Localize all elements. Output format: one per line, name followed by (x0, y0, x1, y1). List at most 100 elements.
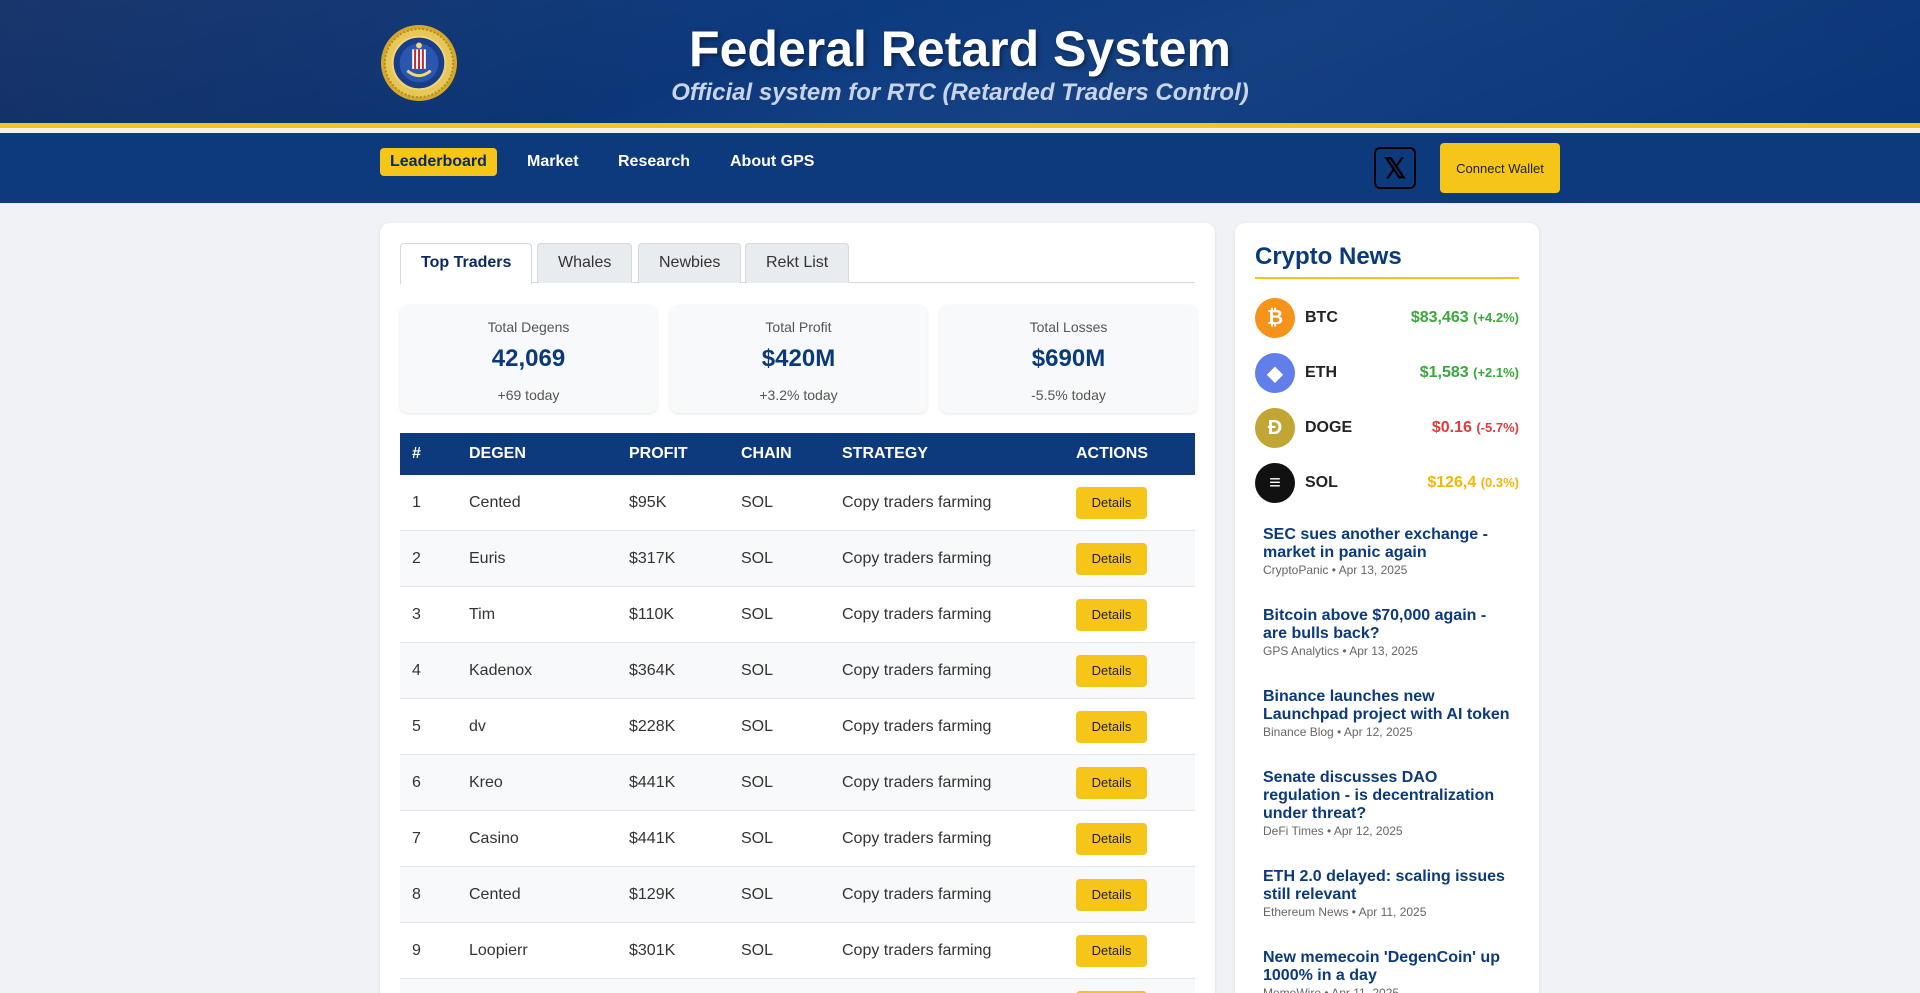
cell-rank: 9 (412, 942, 421, 959)
news-headline[interactable]: SEC sues another exchange - market in pa… (1263, 526, 1513, 562)
coin-row-eth: ◆ ETH $1,583 (+2.1%) (1255, 353, 1519, 393)
table-row: 4 Kadenox $364K SOL Copy traders farming Deta… (400, 643, 1195, 699)
table-row: 10Details (400, 979, 1195, 993)
cell-profit: $364K (629, 662, 676, 679)
cell-profit: $441K (629, 830, 676, 847)
cell-chain: SOL (741, 494, 774, 511)
news-item[interactable]: ETH 2.0 delayed: scaling issues still re… (1263, 868, 1513, 919)
col-strategy: STRATEGY (842, 445, 928, 462)
stat-total-profit: Total Profit $420M +3.2% today (670, 305, 927, 413)
cell-rank: 7 (412, 830, 421, 847)
coin-price: $83,463 (1410, 309, 1469, 326)
cell-chain: SOL (741, 774, 774, 791)
stat-label: Total Degens (487, 319, 570, 335)
crypto-news-card: Crypto News ₿ BTC $83,463 (+4.2%) ◆ ETH $1,58… (1235, 223, 1539, 993)
stat-value: $690M (1031, 345, 1106, 372)
cell-degen: Cented (469, 886, 521, 903)
coin-row-btc: ₿ BTC $83,463 (+4.2%) (1255, 298, 1519, 338)
news-item[interactable]: New memecoin 'DegenCoin' up 1000% in a d… (1263, 949, 1513, 993)
connect-wallet-button[interactable]: Connect Wallet (1440, 143, 1560, 193)
news-meta: MemeWire • Apr 11, 2025 (1263, 986, 1400, 993)
cell-chain: SOL (741, 942, 774, 959)
coin-change: (-5.7%) (1476, 420, 1519, 435)
details-button[interactable]: Details (1076, 823, 1147, 855)
cell-profit: $301K (629, 942, 676, 959)
col-chain: CHAIN (741, 445, 792, 462)
table-row: 3 Tim $110K SOL Copy traders farming Details (400, 587, 1195, 643)
news-headline[interactable]: Senate discusses DAO regulation - is dec… (1263, 769, 1513, 823)
cell-rank: 3 (412, 606, 421, 623)
coin-symbol: DOGE (1305, 419, 1353, 436)
news-headline[interactable]: Bitcoin above $70,000 again - are bulls … (1263, 607, 1513, 643)
details-button[interactable]: Details (1076, 655, 1147, 687)
table-row: 2 Euris $317K SOL Copy traders farming Detail… (400, 531, 1195, 587)
cell-profit: $317K (629, 550, 676, 567)
table-header: # DEGEN PROFIT CHAIN STRATEGY ACTIONS (400, 433, 1195, 475)
stat-change: +3.2% today (759, 387, 838, 403)
cell-rank: 5 (412, 718, 421, 735)
stat-label: Total Losses (1029, 319, 1108, 335)
bitcoin-icon: ₿ (1255, 298, 1295, 338)
coin-price-block: $0.16 (-5.7%) (1432, 408, 1519, 448)
news-meta: CryptoPanic • Apr 13, 2025 (1263, 563, 1408, 577)
cell-degen: Casino (469, 830, 519, 847)
cell-rank: 2 (412, 550, 421, 567)
cell-chain: SOL (741, 718, 774, 735)
table-row: 1 Cented $95K SOL Copy traders farming Detail… (400, 475, 1195, 531)
cell-degen: Euris (469, 550, 506, 567)
main-nav: Leaderboard Market Research About GPS (0, 133, 1920, 203)
cell-rank: 4 (412, 662, 421, 679)
nav-about[interactable]: About GPS (720, 148, 824, 176)
coin-price-block: $83,463 (+4.2%) (1411, 298, 1519, 338)
cell-degen: Cented (469, 494, 521, 511)
news-item[interactable]: SEC sues another exchange - market in pa… (1263, 526, 1513, 577)
cell-degen: Tim (469, 606, 496, 623)
tab-whales[interactable]: Whales (537, 243, 633, 283)
news-headline[interactable]: ETH 2.0 delayed: scaling issues still re… (1263, 868, 1513, 904)
tab-rekt-list[interactable]: Rekt List (745, 243, 850, 283)
news-item[interactable]: Binance launches new Launchpad project w… (1263, 688, 1513, 739)
details-button[interactable]: Details (1076, 879, 1147, 911)
details-button[interactable]: Details (1076, 935, 1147, 967)
stat-value: 42,069 (491, 345, 566, 372)
stat-change: +69 today (497, 387, 560, 403)
details-button[interactable]: Details (1076, 767, 1147, 799)
table-row: 6 Kreo $441K SOL Copy traders farming Details (400, 755, 1195, 811)
cell-strategy: Copy traders farming (842, 606, 992, 623)
news-meta: GPS Analytics • Apr 13, 2025 (1263, 644, 1418, 658)
nav-leaderboard[interactable]: Leaderboard (380, 148, 497, 176)
cell-chain: SOL (741, 662, 774, 679)
details-button[interactable]: Details (1076, 487, 1147, 519)
tab-newbies[interactable]: Newbies (638, 243, 742, 283)
leaderboard-card: Top Traders Whales Newbies Rekt List Tot… (380, 223, 1215, 993)
cell-profit: $110K (629, 606, 675, 623)
coin-row-sol: ≡ SOL $126,4 (0.3%) (1255, 463, 1519, 503)
cell-strategy: Copy traders farming (842, 886, 992, 903)
tab-top-traders[interactable]: Top Traders (400, 243, 533, 284)
nav-market[interactable]: Market (517, 148, 589, 176)
news-item[interactable]: Senate discusses DAO regulation - is dec… (1263, 769, 1513, 838)
cell-profit: $129K (629, 886, 676, 903)
stat-total-losses: Total Losses $690M -5.5% today (940, 305, 1197, 413)
cell-degen: Kreo (469, 774, 503, 791)
site-title: Federal Retard System (689, 21, 1231, 77)
news-meta: DeFi Times • Apr 12, 2025 (1263, 824, 1403, 838)
coin-price-block: $126,4 (0.3%) (1427, 463, 1519, 503)
solana-icon: ≡ (1255, 463, 1295, 503)
x-social-button[interactable]: 𝕏 (1374, 147, 1416, 189)
news-item[interactable]: Bitcoin above $70,000 again - are bulls … (1263, 607, 1513, 658)
stat-value: $420M (761, 345, 836, 372)
news-headline[interactable]: New memecoin 'DegenCoin' up 1000% in a d… (1263, 949, 1513, 985)
coin-price-block: $1,583 (+2.1%) (1420, 353, 1519, 393)
coin-symbol: ETH (1305, 364, 1337, 381)
details-button[interactable]: Details (1076, 711, 1147, 743)
nav-research[interactable]: Research (608, 148, 700, 176)
cell-strategy: Copy traders farming (842, 662, 992, 679)
details-button[interactable]: Details (1076, 543, 1147, 575)
cell-chain: SOL (741, 830, 774, 847)
x-logo-icon: 𝕏 (1383, 152, 1407, 184)
cell-strategy: Copy traders farming (842, 774, 992, 791)
details-button[interactable]: Details (1076, 599, 1147, 631)
coin-price: $126,4 (1427, 474, 1477, 491)
news-headline[interactable]: Binance launches new Launchpad project w… (1263, 688, 1513, 724)
